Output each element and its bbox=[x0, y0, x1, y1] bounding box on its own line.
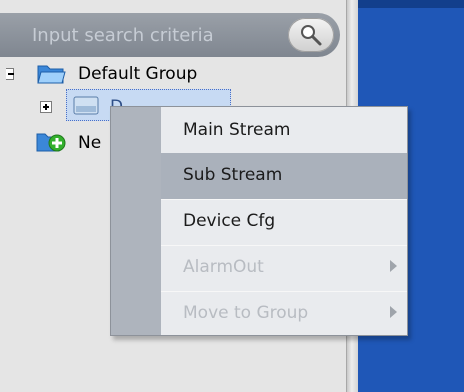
context-menu: Main Stream Sub Stream Device Cfg AlarmO… bbox=[110, 106, 408, 336]
tree-item-label: Default Group bbox=[78, 64, 198, 84]
search-button[interactable] bbox=[288, 18, 334, 52]
menu-item-move-to-group[interactable]: Move to Group bbox=[161, 291, 407, 337]
add-group-icon bbox=[36, 133, 66, 152]
tree-item-label: Ne bbox=[78, 133, 102, 153]
device-icon bbox=[73, 96, 99, 115]
submenu-arrow-icon bbox=[390, 260, 397, 272]
open-folder-icon bbox=[37, 65, 66, 84]
menu-item-device-cfg[interactable]: Device Cfg bbox=[161, 199, 407, 245]
tree-item-default-group[interactable]: Default Group bbox=[0, 61, 260, 87]
magnifier-icon bbox=[301, 25, 322, 46]
menu-item-sub-stream[interactable]: Sub Stream bbox=[161, 153, 407, 199]
menu-item-label: Device Cfg bbox=[183, 211, 276, 231]
menu-item-main-stream[interactable]: Main Stream bbox=[161, 108, 407, 154]
expand-icon[interactable] bbox=[40, 101, 52, 113]
menu-item-label: AlarmOut bbox=[183, 257, 264, 277]
submenu-arrow-icon bbox=[390, 306, 397, 318]
search-bar bbox=[0, 13, 340, 57]
menu-item-label: Main Stream bbox=[183, 120, 291, 140]
search-input[interactable] bbox=[0, 13, 280, 57]
collapse-icon[interactable] bbox=[6, 68, 14, 80]
menu-item-alarmout[interactable]: AlarmOut bbox=[161, 245, 407, 291]
video-area-top-strip bbox=[358, 0, 464, 8]
menu-icon-gutter bbox=[111, 107, 161, 335]
menu-item-label: Move to Group bbox=[183, 303, 309, 323]
tree-item-new-group[interactable]: Ne bbox=[0, 130, 110, 156]
menu-item-label: Sub Stream bbox=[183, 165, 283, 185]
